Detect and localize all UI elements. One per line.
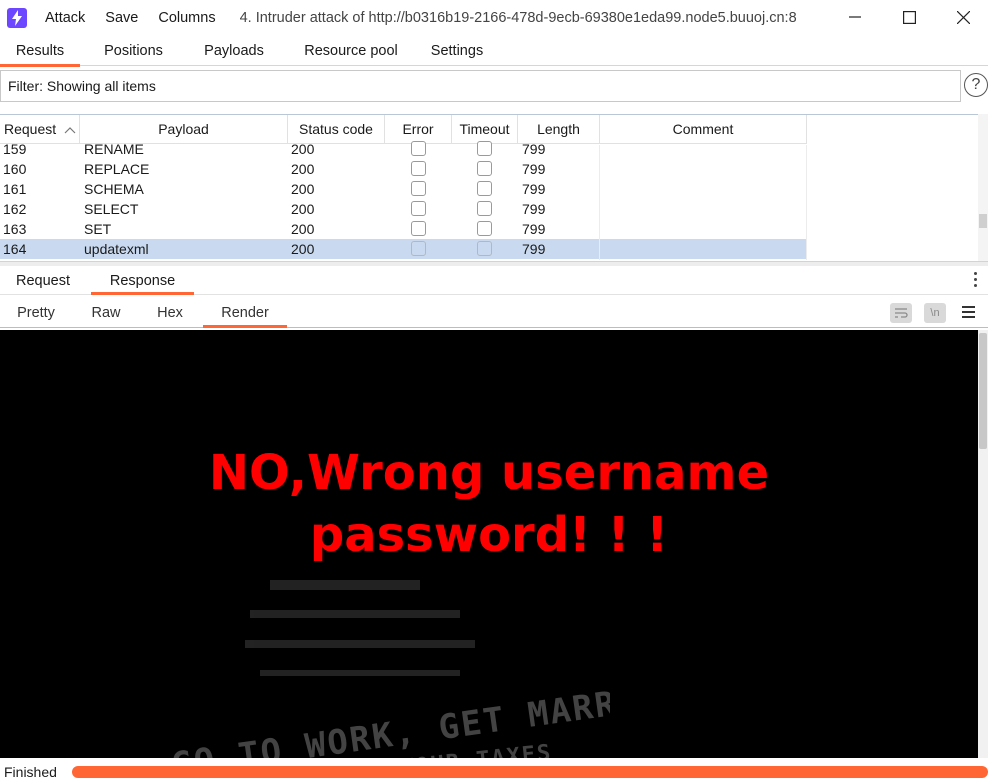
cell-payload: SET: [84, 221, 112, 237]
tab-hex[interactable]: Hex: [140, 296, 200, 327]
table-row[interactable]: 160 REPLACE 200 799: [0, 159, 807, 179]
wrap-lines-icon[interactable]: [890, 303, 912, 323]
view-tabs: Pretty Raw Hex Render: [0, 296, 988, 328]
table-scrollbar[interactable]: [978, 114, 988, 262]
timeout-checkbox[interactable]: [477, 221, 492, 236]
cell-request: 164: [3, 241, 27, 257]
cell-status: 200: [291, 181, 315, 197]
timeout-checkbox[interactable]: [477, 141, 492, 156]
cell-status: 200: [291, 141, 315, 157]
cell-request: 160: [3, 161, 27, 177]
error-message-line-1: NO,Wrong username: [208, 445, 770, 501]
column-request-label: Request: [4, 121, 57, 137]
tab-settings[interactable]: Settings: [421, 36, 493, 66]
tab-pretty[interactable]: Pretty: [0, 296, 72, 327]
cell-status: 200: [291, 161, 315, 177]
render-panel: GO TO WORK, GET MARRIED YOUR TAXES NO,Wr…: [0, 330, 978, 758]
menu-columns[interactable]: Columns: [158, 10, 215, 26]
results-table: Request Payload Status code Error Timeou…: [0, 114, 978, 260]
tab-resource-pool[interactable]: Resource pool: [281, 36, 421, 66]
close-button[interactable]: [940, 0, 986, 34]
cell-payload: SELECT: [84, 201, 139, 217]
menu-save[interactable]: Save: [105, 10, 138, 26]
wrap-lines-glyph: [895, 308, 908, 318]
table-scrollbar-thumb[interactable]: [979, 214, 987, 228]
cell-status: 200: [291, 221, 315, 237]
cell-payload: updatexml: [84, 241, 149, 257]
cell-status: 200: [291, 241, 315, 257]
table-row-selected[interactable]: 164 updatexml 200 799: [0, 239, 807, 259]
more-options-icon[interactable]: [972, 272, 978, 290]
cell-length: 799: [522, 141, 546, 157]
burp-app-icon: [7, 8, 27, 28]
cell-request: 159: [3, 141, 27, 157]
tab-render[interactable]: Render: [203, 296, 287, 328]
tab-positions[interactable]: Positions: [80, 36, 187, 66]
table-row[interactable]: 162 SELECT 200 799: [0, 199, 807, 219]
tab-raw[interactable]: Raw: [72, 296, 140, 327]
error-checkbox[interactable]: [411, 181, 426, 196]
error-checkbox[interactable]: [411, 141, 426, 156]
main-tabs: Results Positions Payloads Resource pool…: [0, 36, 988, 67]
cell-length: 799: [522, 181, 546, 197]
error-checkbox[interactable]: [411, 201, 426, 216]
error-checkbox[interactable]: [411, 161, 426, 176]
minimize-icon: [849, 16, 861, 18]
cell-status: 200: [291, 201, 315, 217]
help-icon[interactable]: ?: [964, 73, 988, 97]
cell-length: 799: [522, 161, 546, 177]
cell-request: 161: [3, 181, 27, 197]
error-message-line-2: password! ! !: [309, 507, 669, 563]
column-divider: [599, 145, 600, 260]
render-scrollbar-thumb[interactable]: [979, 333, 987, 449]
cell-length: 799: [522, 221, 546, 237]
request-response-tabs: Request Response: [0, 266, 988, 295]
tab-request[interactable]: Request: [0, 266, 86, 294]
error-checkbox[interactable]: [411, 241, 426, 256]
tab-payloads[interactable]: Payloads: [187, 36, 281, 66]
maximize-button[interactable]: [886, 0, 932, 34]
menu-attack[interactable]: Attack: [45, 10, 85, 26]
maximize-icon: [902, 10, 916, 24]
error-message: NO,Wrong username password! ! !: [0, 442, 978, 566]
cell-payload: REPLACE: [84, 161, 150, 177]
cell-length: 799: [522, 201, 546, 217]
sort-ascending-icon: [64, 127, 76, 134]
table-row[interactable]: 163 SET 200 799: [0, 219, 807, 239]
error-checkbox[interactable]: [411, 221, 426, 236]
filter-bar[interactable]: Filter: Showing all items: [0, 70, 961, 102]
show-newlines-button[interactable]: \n: [924, 303, 946, 323]
tab-response[interactable]: Response: [91, 266, 194, 295]
cell-request: 162: [3, 201, 27, 217]
cell-request: 163: [3, 221, 27, 237]
background-graffiti-image: GO TO WORK, GET MARRIED YOUR TAXES: [169, 580, 610, 758]
timeout-checkbox[interactable]: [477, 241, 492, 256]
minimize-button[interactable]: [832, 0, 878, 34]
table-row[interactable]: 161 SCHEMA 200 799: [0, 179, 807, 199]
status-text: Finished: [4, 764, 57, 780]
timeout-checkbox[interactable]: [477, 161, 492, 176]
cell-payload: RENAME: [84, 141, 144, 157]
column-divider: [806, 145, 807, 260]
progress-bar: [72, 766, 988, 778]
timeout-checkbox[interactable]: [477, 201, 492, 216]
tab-results[interactable]: Results: [0, 36, 80, 67]
timeout-checkbox[interactable]: [477, 181, 492, 196]
hamburger-menu-icon[interactable]: [962, 306, 975, 318]
window-title: 4. Intruder attack of http://b0316b19-21…: [239, 10, 797, 26]
cell-length: 799: [522, 241, 546, 257]
cell-payload: SCHEMA: [84, 181, 144, 197]
close-icon: [956, 10, 970, 24]
table-row[interactable]: 159 RENAME 200 799: [0, 139, 807, 159]
